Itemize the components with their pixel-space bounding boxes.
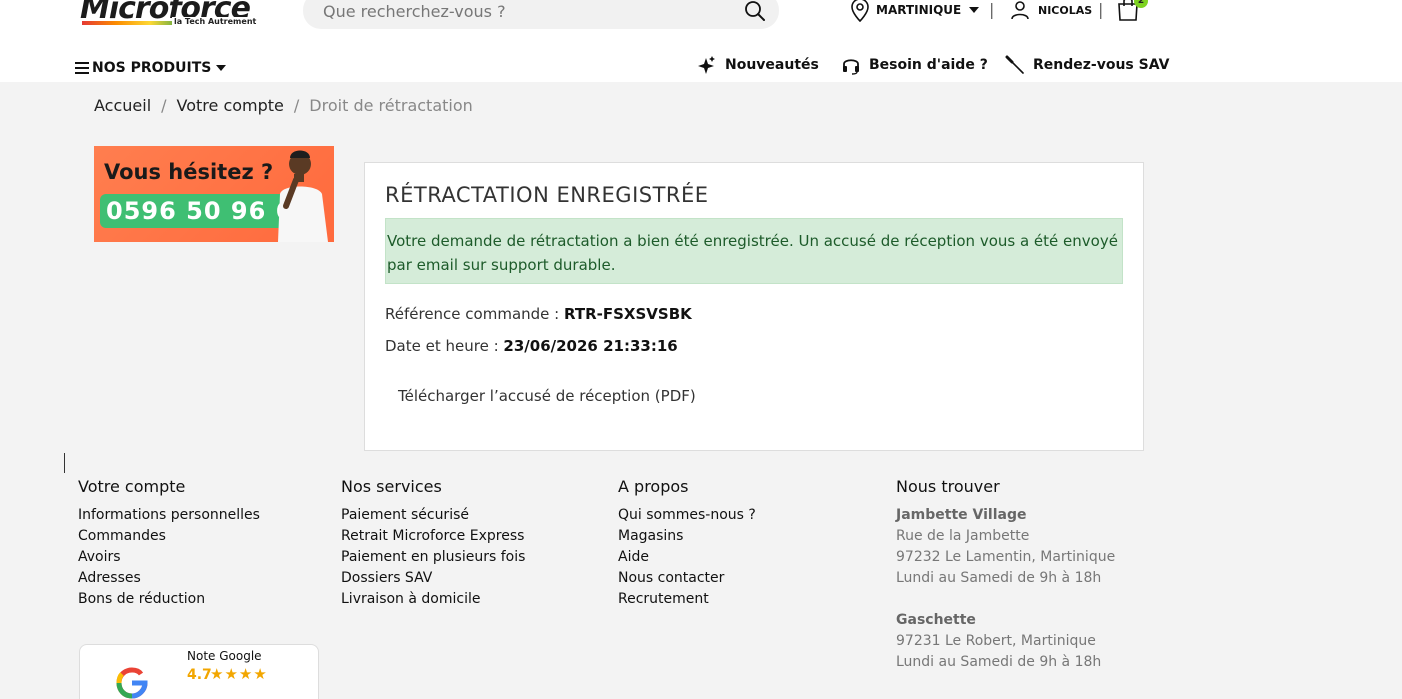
promo-banner[interactable]: Vous hésitez ? 0596 50 96 66 — [94, 146, 334, 242]
footer-column-about: A propos Qui sommes-nous ? Magasins Aide… — [618, 477, 756, 610]
user-icon — [1011, 1, 1029, 20]
order-reference-row: Référence commande : RTR-FSXSVSBK — [385, 305, 692, 323]
site-header: Microforce la Tech Autrement Que recherc… — [0, 0, 1402, 82]
google-rating-label: Note Google — [187, 649, 262, 663]
breadcrumb-separator: / — [161, 96, 167, 115]
footer-link[interactable]: Paiement sécurisé — [341, 505, 525, 526]
sparkle-icon — [698, 56, 715, 74]
cart-count-badge: 2 — [1134, 0, 1148, 8]
promo-question: Vous hésitez ? — [104, 160, 274, 184]
headset-icon — [843, 59, 859, 75]
footer-link[interactable]: Commandes — [78, 526, 260, 547]
google-rating-score: 4.7 — [187, 667, 212, 683]
products-menu-label: NOS PRODUITS — [92, 60, 212, 76]
store-gaschette: Gaschette 97231 Le Robert, Martinique Lu… — [896, 610, 1115, 673]
user-name: NICOLAS — [1038, 3, 1093, 17]
date-label: Date et heure : — [385, 337, 504, 355]
products-menu-button[interactable]: NOS PRODUITS — [75, 60, 227, 76]
search-icon[interactable] — [743, 0, 767, 23]
hamburger-icon — [75, 62, 89, 74]
store-city: 97232 Le Lamentin, Martinique — [896, 549, 1116, 565]
footer-column-find: Nous trouver Jambette Village Rue de la … — [896, 477, 1115, 673]
logo-tagline: la Tech Autrement — [172, 17, 259, 27]
nav-link-sav[interactable]: Rendez-vous SAV — [1005, 54, 1169, 76]
breadcrumb: Accueil / Votre compte / Droit de rétrac… — [94, 96, 473, 115]
footer-link[interactable]: Adresses — [78, 568, 260, 589]
footer-link[interactable]: Bons de réduction — [78, 589, 260, 610]
text-cursor — [64, 453, 65, 473]
store-name: Gaschette — [896, 612, 976, 628]
footer-link[interactable]: Paiement en plusieurs fois — [341, 547, 525, 568]
cart-button[interactable]: 2 — [1116, 0, 1148, 22]
breadcrumb-account[interactable]: Votre compte — [177, 96, 284, 115]
store-hours: Lundi au Samedi de 9h à 18h — [896, 570, 1102, 586]
footer-link[interactable]: Livraison à domicile — [341, 589, 525, 610]
header-separator: | — [989, 0, 995, 19]
screwdriver-icon — [1005, 55, 1024, 74]
order-reference-label: Référence commande : — [385, 305, 564, 323]
footer-link[interactable]: Nous contacter — [618, 568, 756, 589]
nav-label-sav: Rendez-vous SAV — [1033, 57, 1170, 73]
breadcrumb-current: Droit de rétractation — [309, 96, 473, 115]
google-logo-icon — [116, 667, 148, 699]
store-jambette: Jambette Village Rue de la Jambette 9723… — [896, 505, 1115, 589]
nav-link-help[interactable]: Besoin d'aide ? — [841, 54, 988, 76]
store-name: Jambette Village — [896, 507, 1027, 523]
star-rating-icon: ★★★★ — [210, 665, 268, 683]
store-hours: Lundi au Samedi de 9h à 18h — [896, 654, 1102, 670]
breadcrumb-home[interactable]: Accueil — [94, 96, 151, 115]
store-address: Rue de la Jambette — [896, 528, 1030, 544]
footer-link[interactable]: Aide — [618, 547, 756, 568]
nav-link-new[interactable]: Nouveautés — [697, 54, 819, 76]
footer-heading: Nous trouver — [896, 477, 1000, 496]
confirmation-card: RÉTRACTATION ENREGISTRÉE Votre demande d… — [364, 162, 1144, 451]
location-label: MARTINIQUE — [876, 3, 962, 17]
date-row: Date et heure : 23/06/2026 21:33:16 — [385, 337, 678, 355]
search-input[interactable]: Que recherchez-vous ? — [303, 0, 779, 29]
microforce-logo[interactable]: Microforce la Tech Autrement — [80, 0, 262, 32]
footer-link[interactable]: Recrutement — [618, 589, 756, 610]
page-title: RÉTRACTATION ENREGISTRÉE — [385, 183, 709, 207]
site-footer: Votre compte Informations personnelles C… — [0, 451, 1402, 699]
thinking-person-illustration — [278, 150, 328, 242]
footer-link[interactable]: Magasins — [618, 526, 756, 547]
location-selector[interactable]: MARTINIQUE — [850, 0, 980, 22]
main-content: Accueil / Votre compte / Droit de rétrac… — [0, 82, 1402, 451]
breadcrumb-separator: / — [293, 96, 300, 115]
header-separator: | — [1098, 0, 1104, 19]
footer-column-services: Nos services Paiement sécurisé Retrait M… — [341, 477, 525, 610]
footer-heading: Votre compte — [78, 477, 186, 496]
date-value: 23/06/2026 21:33:16 — [503, 337, 678, 355]
footer-link[interactable]: Qui sommes-nous ? — [618, 505, 756, 526]
search-placeholder: Que recherchez-vous ? — [323, 2, 506, 21]
caret-down-icon — [969, 7, 980, 13]
footer-link[interactable]: Retrait Microforce Express — [341, 526, 525, 547]
store-city: 97231 Le Robert, Martinique — [896, 633, 1096, 649]
success-alert: Votre demande de rétractation a bien été… — [385, 218, 1123, 284]
footer-column-account: Votre compte Informations personnelles C… — [78, 477, 260, 610]
map-pin-icon — [851, 0, 869, 22]
nav-label-help: Besoin d'aide ? — [869, 57, 988, 73]
account-link[interactable]: NICOLAS — [1010, 0, 1092, 22]
footer-link[interactable]: Dossiers SAV — [341, 568, 525, 589]
download-receipt-link[interactable]: Télécharger l’accusé de réception (PDF) — [398, 387, 696, 405]
footer-heading: A propos — [618, 477, 689, 496]
footer-link[interactable]: Informations personnelles — [78, 505, 260, 526]
nav-label-new: Nouveautés — [725, 57, 819, 73]
google-rating-card[interactable]: Note Google 4.7 ★★★★ — [79, 644, 319, 699]
order-reference-value: RTR-FSXSVSBK — [564, 305, 692, 323]
caret-down-icon — [216, 65, 227, 71]
footer-link[interactable]: Avoirs — [78, 547, 260, 568]
footer-heading: Nos services — [341, 477, 442, 496]
